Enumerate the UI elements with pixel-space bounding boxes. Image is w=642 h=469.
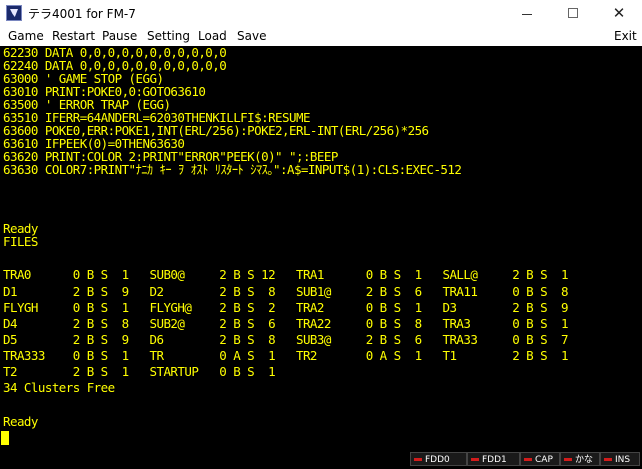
menu-save[interactable]: Save [237,28,266,44]
status-label: FDD0 [425,455,450,465]
file-row: D5 2 B S 9 D6 2 B S 8 SUB3@ 2 B S 6 TRA3… [3,332,569,347]
close-icon: ✕ [612,4,626,22]
app-icon [6,5,22,21]
screen-line: FILES [3,234,38,249]
screen-line: 63630 COLOR7:PRINT"ﾅﾆｶ ｷｰ ｦ ｵｽﾄ ﾘｽﾀｰﾄ ｼﾏ… [3,162,462,177]
window-title: テラ4001 for FM-7 [28,7,136,21]
menu-game[interactable]: Game [8,28,44,44]
menu-setting[interactable]: Setting [147,28,190,44]
led-icon [604,458,612,461]
minimize-icon [522,13,532,15]
text-cursor [1,431,9,445]
menu-bar: Game Restart Pause Setting Load Save Exi… [0,26,642,46]
menu-load[interactable]: Load [198,28,227,44]
file-row: D1 2 B S 9 D2 2 B S 8 SUB1@ 2 B S 6 TRA1… [3,284,569,299]
led-icon [564,458,572,461]
close-button[interactable]: ✕ [596,0,642,26]
status-bar: FDD0 FDD1 CAP かな INS [0,449,642,469]
screen-line: 34 Clusters Free [3,380,115,395]
menu-restart[interactable]: Restart [52,28,95,44]
file-row: FLYGH 0 B S 1 FLYGH@ 2 B S 2 TRA2 0 B S … [3,300,569,315]
file-row: T2 2 B S 1 STARTUP 0 B S 1 [3,364,276,379]
status-fdd0: FDD0 [410,452,467,466]
status-label: INS [615,455,631,465]
status-label: CAP [535,455,553,465]
status-cap: CAP [520,452,560,466]
file-row: TRA333 0 B S 1 TR 0 A S 1 TR2 0 A S 1 T1… [3,348,569,363]
status-fdd1: FDD1 [467,452,520,466]
led-icon [414,458,422,461]
title-bar: テラ4001 for FM-7 ✕ [0,0,642,26]
menu-pause[interactable]: Pause [102,28,137,44]
minimize-button[interactable] [504,0,550,26]
maximize-icon [568,8,578,18]
led-icon [524,458,532,461]
screen-line: Ready [3,414,38,429]
emulator-screen[interactable]: 62230 DATA 0,0,0,0,0,0,0,0,0,0,0 62240 D… [0,46,642,449]
file-row: TRA0 0 B S 1 SUB0@ 2 B S 12 TRA1 0 B S 1… [3,267,569,282]
maximize-button[interactable] [550,0,596,26]
file-row: D4 2 B S 8 SUB2@ 2 B S 6 TRA22 0 B S 8 T… [3,316,569,331]
led-icon [471,458,479,461]
status-kana: かな [560,452,600,466]
status-ins: INS [600,452,640,466]
status-label: FDD1 [482,455,507,465]
status-label: かな [575,455,594,465]
menu-exit[interactable]: Exit [614,28,637,44]
